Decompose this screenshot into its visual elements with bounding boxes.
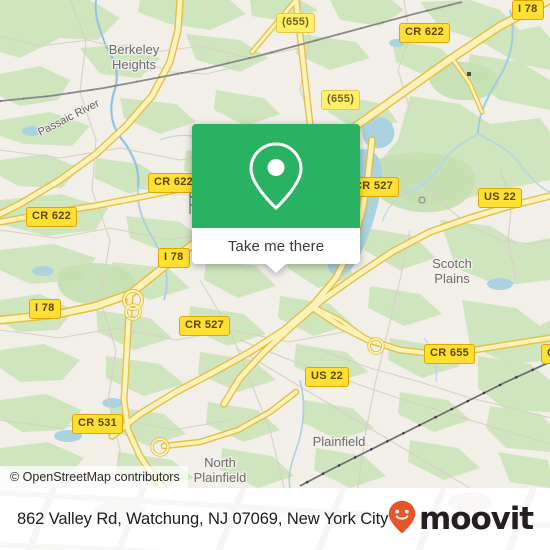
moovit-wordmark: moovit xyxy=(419,501,534,537)
road-shield-cr622-left[interactable]: CR 622 xyxy=(26,207,78,227)
road-shield-655-mid[interactable]: (655) xyxy=(321,90,361,110)
attribution-text: © OpenStreetMap contributors xyxy=(10,470,180,484)
take-me-there-label: Take me there xyxy=(227,237,325,255)
callout-pointer xyxy=(265,263,287,273)
address-text: 862 Valley Rd, Watchung, NJ 07069, New Y… xyxy=(17,509,389,528)
road-shield-us22-right[interactable]: US 22 xyxy=(478,188,523,208)
map-page: Berkeley Heights Scotch Plains Plainfiel… xyxy=(0,0,550,550)
moovit-logo[interactable]: moovit xyxy=(388,500,534,537)
callout-action-bar[interactable]: Take me there xyxy=(192,228,360,273)
road-shield-655-top[interactable]: (655) xyxy=(276,13,316,33)
moovit-pin-icon xyxy=(388,500,416,539)
road-shield-i78-topright[interactable]: I 78 xyxy=(512,0,544,20)
road-shield-cr655[interactable]: CR 655 xyxy=(424,344,476,364)
road-shield-cr527-lower[interactable]: CR 527 xyxy=(179,316,231,336)
map-canvas[interactable]: Berkeley Heights Scotch Plains Plainfiel… xyxy=(0,0,550,488)
road-shield-i78-mid[interactable]: I 78 xyxy=(158,248,190,268)
map-attribution[interactable]: © OpenStreetMap contributors xyxy=(0,466,188,488)
road-shield-us22-lower[interactable]: US 22 xyxy=(305,367,350,387)
road-shield-cr531[interactable]: CR 531 xyxy=(72,414,124,434)
location-pin-icon xyxy=(248,141,304,211)
road-shield-partial-right[interactable]: C xyxy=(541,344,550,364)
callout-header xyxy=(192,124,360,228)
road-shield-cr622-top[interactable]: CR 622 xyxy=(399,23,451,43)
road-shield-i78-left[interactable]: I 78 xyxy=(29,299,61,319)
footer-bar: 862 Valley Rd, Watchung, NJ 07069, New Y… xyxy=(0,488,550,550)
location-callout-card[interactable]: Take me there xyxy=(192,124,360,273)
